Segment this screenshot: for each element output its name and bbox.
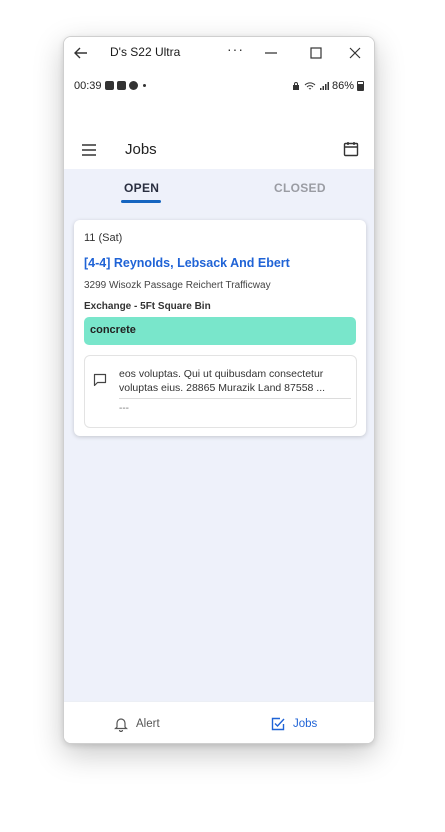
hamburger-menu-icon[interactable] bbox=[80, 141, 98, 159]
window-title: D's S22 Ultra bbox=[110, 45, 181, 59]
active-tab-indicator bbox=[121, 200, 161, 203]
app-notification-icon bbox=[105, 81, 114, 90]
comment-icon bbox=[93, 373, 107, 387]
note-line-1: eos voluptas. Qui ut quibusdam consectet… bbox=[119, 368, 324, 380]
status-bar: 00:39 86% bbox=[64, 79, 374, 95]
bell-icon bbox=[114, 718, 128, 732]
battery-icon bbox=[357, 81, 364, 91]
title-bar: D's S22 Ultra ··· bbox=[64, 37, 374, 69]
nav-alert[interactable]: Alert bbox=[113, 716, 160, 732]
job-tabs: OPEN CLOSED bbox=[64, 169, 374, 205]
page-title: Jobs bbox=[125, 141, 157, 158]
note-text: eos voluptas. Qui ut quibusdam consectet… bbox=[119, 367, 353, 395]
note-line-2: voluptas eius. 28865 Murazik Land 87558 … bbox=[119, 382, 326, 394]
tab-closed[interactable]: CLOSED bbox=[274, 181, 326, 195]
tab-open[interactable]: OPEN bbox=[124, 181, 159, 195]
more-options-icon[interactable]: ··· bbox=[227, 41, 244, 57]
job-date: 11 (Sat) bbox=[84, 232, 123, 244]
nav-alert-label: Alert bbox=[136, 718, 160, 730]
job-title[interactable]: [4-4] Reynolds, Lebsack And Ebert bbox=[84, 256, 290, 270]
emulator-window: D's S22 Ultra ··· 00:39 86% Jobs OPEN CL… bbox=[63, 36, 375, 744]
lock-icon bbox=[292, 82, 299, 90]
status-time: 00:39 bbox=[74, 80, 102, 92]
job-service: Exchange - 5Ft Square Bin bbox=[84, 301, 211, 312]
calendar-icon[interactable] bbox=[342, 140, 360, 158]
maximize-icon[interactable] bbox=[306, 43, 326, 63]
jobs-content: OPEN CLOSED 11 (Sat) [4-4] Reynolds, Leb… bbox=[64, 169, 374, 701]
nav-jobs[interactable]: Jobs bbox=[270, 716, 317, 732]
material-label: concrete bbox=[90, 324, 136, 336]
back-arrow-icon[interactable] bbox=[72, 44, 90, 62]
material-tag: concrete bbox=[84, 317, 356, 345]
note-divider bbox=[119, 398, 351, 399]
note-footer: --- bbox=[119, 403, 129, 414]
close-icon[interactable] bbox=[345, 43, 365, 63]
signal-icon bbox=[319, 82, 329, 90]
minimize-icon[interactable] bbox=[261, 43, 281, 63]
bag-icon bbox=[117, 81, 126, 90]
notification-icons bbox=[105, 81, 146, 90]
job-note[interactable]: eos voluptas. Qui ut quibusdam consectet… bbox=[84, 355, 357, 428]
battery-level: 86% bbox=[331, 80, 354, 92]
app-bar: Jobs bbox=[64, 135, 374, 171]
job-card[interactable]: 11 (Sat) [4-4] Reynolds, Lebsack And Ebe… bbox=[74, 220, 366, 436]
wifi-icon bbox=[304, 82, 316, 90]
status-right: 86% bbox=[291, 80, 364, 92]
job-address: 3299 Wisozk Passage Reichert Trafficway bbox=[84, 280, 271, 291]
nav-jobs-label: Jobs bbox=[293, 718, 318, 730]
more-dot-icon bbox=[143, 84, 146, 87]
settings-notification-icon bbox=[129, 81, 138, 90]
checkbox-icon bbox=[271, 717, 285, 731]
bottom-navigation: Alert Jobs bbox=[64, 701, 374, 743]
phone-screen: 00:39 86% Jobs OPEN CLOSED 11 (Sat) [4-4… bbox=[64, 69, 374, 743]
